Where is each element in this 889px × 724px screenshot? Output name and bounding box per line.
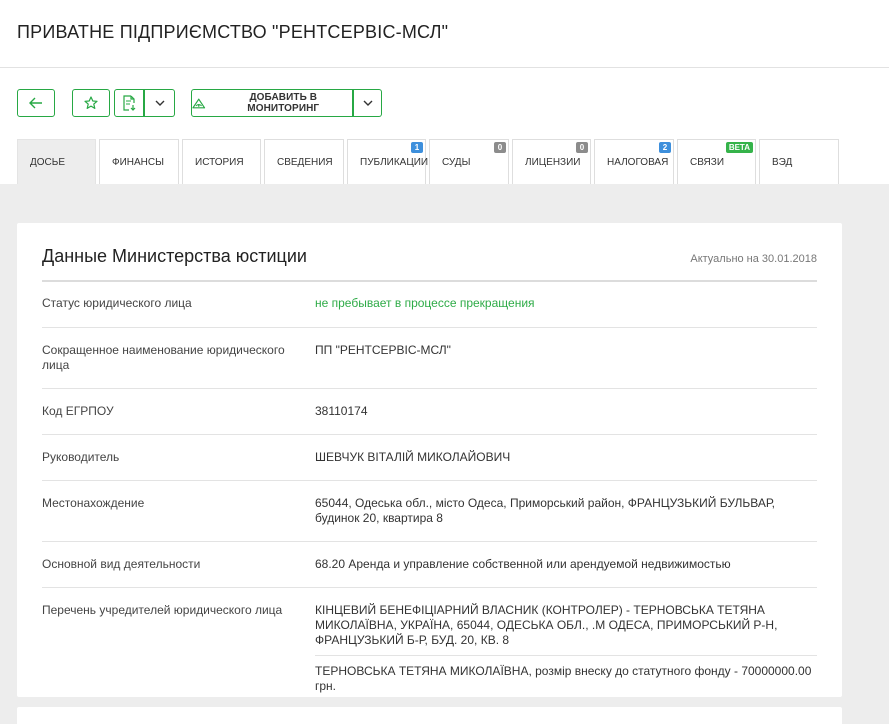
row-label: Сокращенное наименование юридического ли…: [42, 343, 285, 372]
row-label: Местонахождение: [42, 496, 145, 510]
table-row: Перечень учредителей юридического лица К…: [42, 588, 817, 701]
tab-tax[interactable]: НАЛОГОВАЯ 2: [594, 139, 674, 184]
table-row: Сокращенное наименование юридического ли…: [42, 328, 817, 389]
chevron-down-icon: [363, 100, 372, 106]
table-row: Основной вид деятельности 68.20 Аренда и…: [42, 542, 817, 588]
count-badge: 2: [659, 142, 671, 153]
tab-licenses[interactable]: ЛИЦЕНЗИИ 0: [512, 139, 591, 184]
page-title: ПРИВАТНЕ ПІДПРИЄМСТВО "РЕНТСЕРВІС-МСЛ": [17, 22, 449, 42]
row-label: Код ЕГРПОУ: [42, 404, 114, 418]
monitor-split-button: ДОБАВИТЬ В МОНИТОРИНГ: [191, 89, 382, 117]
row-value: ПП "РЕНТСЕРВІС-МСЛ": [315, 343, 451, 357]
tab-label: ПУБЛИКАЦИИ: [360, 157, 429, 168]
toolbar: ДОБАВИТЬ В МОНИТОРИНГ: [17, 89, 382, 117]
star-icon: [84, 96, 98, 109]
row-label: Руководитель: [42, 450, 120, 464]
row-value: 65044, Одеська обл., місто Одеса, Примор…: [315, 496, 775, 525]
tab-finances[interactable]: ФИНАНСЫ: [99, 139, 179, 184]
back-button[interactable]: [17, 89, 55, 117]
card-title: Данные Министерства юстиции: [42, 246, 307, 266]
document-download-icon: [123, 95, 136, 111]
export-split-button: [114, 89, 175, 117]
next-card: [17, 707, 842, 724]
tab-courts[interactable]: СУДЫ 0: [429, 139, 509, 184]
row-value: 38110174: [315, 404, 368, 418]
founder-item: КІНЦЕВИЙ БЕНЕФІЦІАРНИЙ ВЛАСНИК (КОНТРОЛЕ…: [315, 603, 778, 647]
actual-date: Актуально на 30.01.2018: [690, 253, 817, 265]
tab-publications[interactable]: ПУБЛИКАЦИИ 1: [347, 139, 429, 184]
favorite-button[interactable]: [72, 89, 110, 117]
row-label: Статус юридического лица: [42, 296, 192, 310]
tab-label: ДОСЬЕ: [30, 157, 66, 168]
add-to-monitoring-button[interactable]: ДОБАВИТЬ В МОНИТОРИНГ: [191, 89, 353, 117]
table-row: Местонахождение 65044, Одеська обл., міс…: [42, 481, 817, 542]
info-table: Статус юридического лица не пребывает в …: [42, 280, 817, 701]
tab-label: СВЯЗИ: [690, 157, 725, 168]
beta-badge: beta: [725, 142, 753, 153]
arrow-left-icon: [29, 97, 42, 109]
count-badge: 0: [494, 142, 506, 153]
founder-item: ТЕРНОВСЬКА ТЕТЯНА МИКОЛАЇВНА, розмір вне…: [315, 655, 817, 701]
tab-label: ВЭД: [772, 157, 793, 168]
tab-dosie[interactable]: ДОСЬЕ: [17, 139, 96, 184]
tab-details[interactable]: СВЕДЕНИЯ: [264, 139, 344, 184]
tab-label: НАЛОГОВАЯ: [607, 157, 669, 168]
tab-label: СВЕДЕНИЯ: [277, 157, 333, 168]
tab-label: ЛИЦЕНЗИИ: [525, 157, 581, 168]
page-header: ПРИВАТНЕ ПІДПРИЄМСТВО "РЕНТСЕРВІС-МСЛ": [0, 0, 889, 68]
table-row: Код ЕГРПОУ 38110174: [42, 389, 817, 435]
tab-label: СУДЫ: [442, 157, 471, 168]
tab-connections[interactable]: СВЯЗИ beta: [677, 139, 756, 184]
row-value: ШЕВЧУК ВІТАЛІЙ МИКОЛАЙОВИЧ: [315, 450, 511, 464]
table-row: Статус юридического лица не пребывает в …: [42, 282, 817, 328]
chevron-down-icon: [155, 100, 164, 106]
tab-history[interactable]: ИСТОРИЯ: [182, 139, 261, 184]
monitor-dropdown-button[interactable]: [354, 89, 382, 117]
row-label: Перечень учредителей юридического лица: [42, 603, 283, 617]
tab-label: ФИНАНСЫ: [112, 157, 164, 168]
founders-list: КІНЦЕВИЙ БЕНЕФІЦІАРНИЙ ВЛАСНИК (КОНТРОЛЕ…: [315, 603, 817, 701]
row-label: Основной вид деятельности: [42, 557, 201, 571]
export-dropdown-button[interactable]: [145, 89, 175, 117]
tab-label: ИСТОРИЯ: [195, 157, 244, 168]
export-button[interactable]: [114, 89, 144, 117]
count-badge: 1: [411, 142, 423, 153]
row-value: 68.20 Аренда и управление собственной ил…: [315, 557, 731, 571]
tab-ved[interactable]: ВЭД: [759, 139, 839, 184]
count-badge: 0: [576, 142, 588, 153]
justice-ministry-card: Данные Министерства юстиции Актуально на…: [17, 223, 842, 697]
monitor-label: ДОБАВИТЬ В МОНИТОРИНГ: [247, 92, 320, 114]
monitoring-icon: [192, 98, 206, 108]
status-value: не пребывает в процессе прекращения: [315, 296, 535, 310]
table-row: Руководитель ШЕВЧУК ВІТАЛІЙ МИКОЛАЙОВИЧ: [42, 435, 817, 481]
